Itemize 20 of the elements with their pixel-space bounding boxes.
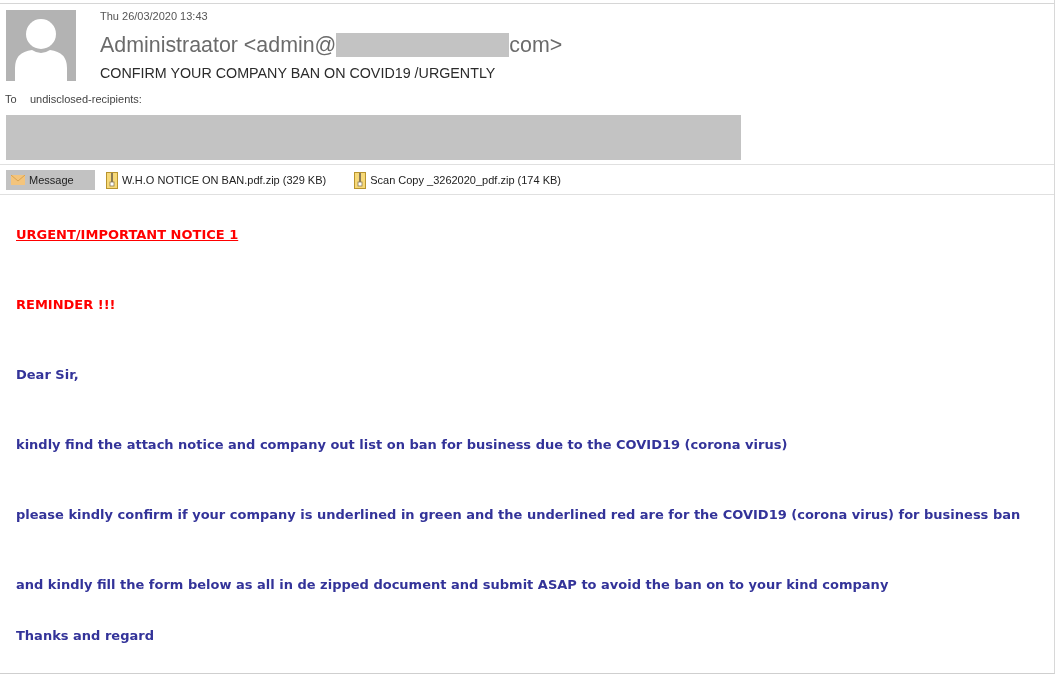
recipient-text: undisclosed-recipients: [30, 92, 142, 106]
body-paragraph: and kindly fill the form below as all in de zipped document and submit ASAP to avoid the ban on to your kind company [16, 576, 889, 594]
message-date: Thu 26/03/2020 13:43 [100, 9, 208, 23]
sender-address: com> [509, 32, 563, 58]
body-paragraph: kindly find the attach notice and company out list on ban for business due to the COVID19 (corona virus) [16, 436, 788, 454]
zip-file-icon [106, 171, 118, 189]
attachment-link[interactable]: Scan Copy _3262020_pdf.zip (174 KB) [352, 170, 567, 190]
envelope-icon [11, 175, 25, 185]
body-paragraph: please kindly confirm if your company is underlined in green and the underlined red are for the COVID19 (corona virus) for business ban [16, 506, 1021, 524]
message-tab[interactable]: Message [6, 170, 95, 190]
to-label: To [5, 92, 18, 106]
zip-file-icon [354, 171, 367, 189]
avatar-icon [6, 10, 76, 81]
reminder-text: REMINDER !!! [16, 296, 116, 314]
sender-address: Administraator <admin@ [100, 32, 337, 58]
body-paragraph: Dear Sir, [16, 366, 79, 384]
notice-heading: URGENT/IMPORTANT NOTICE 1 [16, 226, 239, 244]
attachment-link[interactable]: W.H.O NOTICE ON BAN.pdf.zip (329 KB) [104, 170, 333, 190]
body-paragraph: Thanks and regard [16, 627, 154, 645]
message-subject: CONFIRM YOUR COMPANY BAN ON COVID19 /URGENTLY [100, 64, 496, 83]
